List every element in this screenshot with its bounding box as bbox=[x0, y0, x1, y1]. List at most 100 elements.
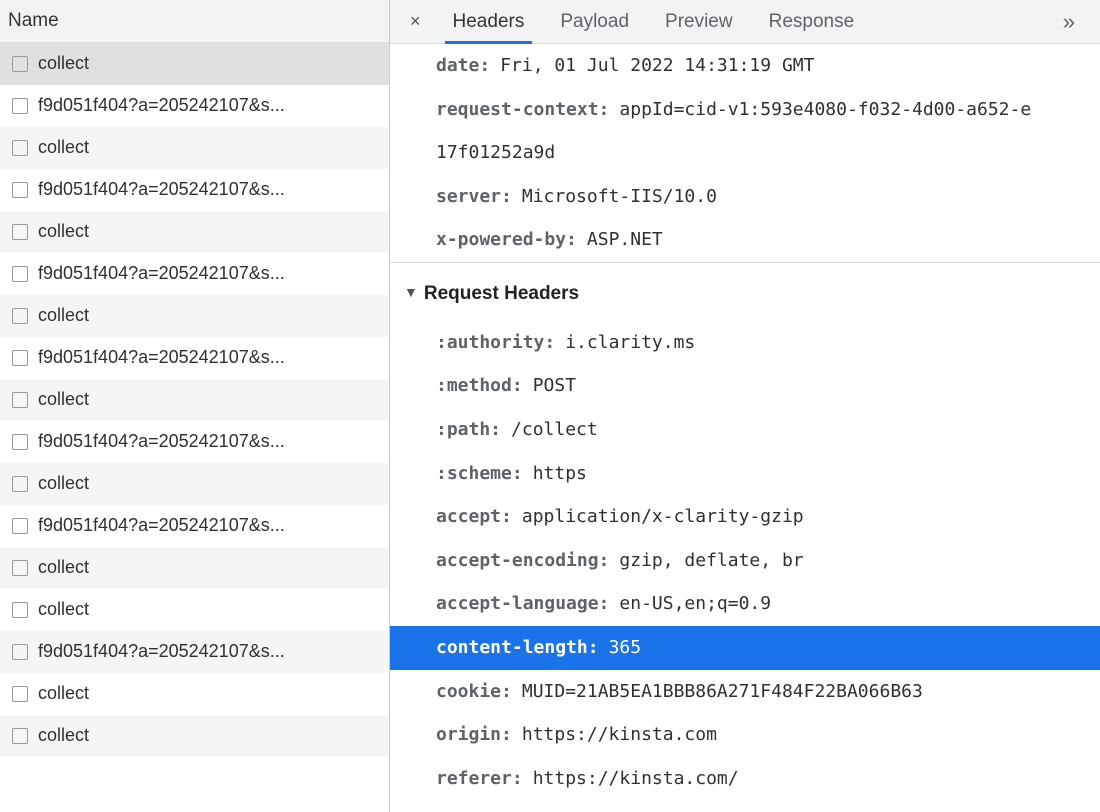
checkbox-icon[interactable] bbox=[12, 644, 28, 660]
checkbox-icon[interactable] bbox=[12, 140, 28, 156]
header-row[interactable]: :path: /collect bbox=[390, 408, 1100, 452]
request-row[interactable]: f9d051f404?a=205242107&s... bbox=[0, 169, 389, 211]
header-key: accept: bbox=[436, 497, 512, 537]
checkbox-icon[interactable] bbox=[12, 56, 28, 72]
request-row[interactable]: collect bbox=[0, 295, 389, 337]
request-row[interactable]: collect bbox=[0, 127, 389, 169]
header-key: :scheme: bbox=[436, 454, 523, 494]
header-value: /collect bbox=[511, 410, 598, 450]
header-key: x-powered-by: bbox=[436, 220, 577, 260]
checkbox-icon[interactable] bbox=[12, 686, 28, 702]
header-key: request-context: bbox=[436, 90, 609, 130]
header-row[interactable]: :method: POST bbox=[390, 364, 1100, 408]
header-row[interactable]: :authority: i.clarity.ms bbox=[390, 321, 1100, 365]
request-list: collectf9d051f404?a=205242107&s...collec… bbox=[0, 43, 389, 812]
name-column-header[interactable]: Name bbox=[0, 0, 389, 43]
header-value: POST bbox=[533, 366, 576, 406]
checkbox-icon[interactable] bbox=[12, 224, 28, 240]
request-row[interactable]: collect bbox=[0, 715, 389, 757]
header-row[interactable]: server: Microsoft-IIS/10.0 bbox=[390, 175, 1100, 219]
more-tabs-icon[interactable]: » bbox=[1045, 9, 1094, 35]
request-row[interactable]: collect bbox=[0, 673, 389, 715]
header-value: https://kinsta.com bbox=[522, 715, 717, 755]
header-value: en-US,en;q=0.9 bbox=[619, 584, 771, 624]
header-row[interactable]: accept: application/x-clarity-gzip bbox=[390, 495, 1100, 539]
request-row-label: f9d051f404?a=205242107&s... bbox=[38, 641, 285, 662]
header-row[interactable]: cookie: MUID=21AB5EA1BBB86A271F484F22BA0… bbox=[390, 670, 1100, 714]
header-value: i.clarity.ms bbox=[565, 323, 695, 363]
headers-detail-scroll[interactable]: date: Fri, 01 Jul 2022 14:31:19 GMTreque… bbox=[390, 44, 1100, 812]
request-row[interactable]: collect bbox=[0, 547, 389, 589]
close-icon[interactable]: × bbox=[396, 11, 435, 32]
header-key: :path: bbox=[436, 410, 501, 450]
request-row[interactable]: f9d051f404?a=205242107&s... bbox=[0, 421, 389, 463]
header-row[interactable]: date: Fri, 01 Jul 2022 14:31:19 GMT bbox=[390, 44, 1100, 88]
header-value: gzip, deflate, br bbox=[619, 541, 803, 581]
checkbox-icon[interactable] bbox=[12, 560, 28, 576]
checkbox-icon[interactable] bbox=[12, 350, 28, 366]
header-value: https://kinsta.com/ bbox=[533, 759, 739, 799]
checkbox-icon[interactable] bbox=[12, 266, 28, 282]
tab-preview[interactable]: Preview bbox=[647, 1, 751, 43]
request-row-label: collect bbox=[38, 725, 89, 746]
header-value: Microsoft-IIS/10.0 bbox=[522, 177, 717, 217]
request-row[interactable]: f9d051f404?a=205242107&s... bbox=[0, 85, 389, 127]
checkbox-icon[interactable] bbox=[12, 602, 28, 618]
header-row[interactable]: :scheme: https bbox=[390, 452, 1100, 496]
header-key: :authority: bbox=[436, 323, 555, 363]
header-value: Fri, 01 Jul 2022 14:31:19 GMT bbox=[500, 46, 814, 86]
request-row-label: f9d051f404?a=205242107&s... bbox=[38, 95, 285, 116]
request-row-label: collect bbox=[38, 305, 89, 326]
header-row[interactable]: x-powered-by: ASP.NET bbox=[390, 218, 1100, 262]
request-row[interactable]: collect bbox=[0, 211, 389, 253]
checkbox-icon[interactable] bbox=[12, 518, 28, 534]
header-key: content-length: bbox=[436, 628, 599, 668]
header-key: accept-language: bbox=[436, 584, 609, 624]
tab-response[interactable]: Response bbox=[751, 1, 873, 43]
request-row-label: collect bbox=[38, 389, 89, 410]
checkbox-icon[interactable] bbox=[12, 182, 28, 198]
checkbox-icon[interactable] bbox=[12, 728, 28, 744]
header-row[interactable]: accept-encoding: gzip, deflate, br bbox=[390, 539, 1100, 583]
request-row[interactable]: collect bbox=[0, 463, 389, 505]
header-key: referer: bbox=[436, 759, 523, 799]
request-headers-section-toggle[interactable]: ▼Request Headers bbox=[390, 262, 1100, 321]
request-row[interactable]: f9d051f404?a=205242107&s... bbox=[0, 631, 389, 673]
header-value: 17f01252a9d bbox=[436, 133, 555, 173]
header-row[interactable]: referer: https://kinsta.com/ bbox=[390, 757, 1100, 801]
header-row[interactable]: content-length: 365 bbox=[390, 626, 1100, 670]
checkbox-icon[interactable] bbox=[12, 476, 28, 492]
checkbox-icon[interactable] bbox=[12, 308, 28, 324]
request-row-label: f9d051f404?a=205242107&s... bbox=[38, 347, 285, 368]
header-row[interactable]: request-context: appId=cid-v1:593e4080-f… bbox=[390, 88, 1100, 132]
header-key: server: bbox=[436, 177, 512, 217]
header-key: :method: bbox=[436, 366, 523, 406]
request-row-label: f9d051f404?a=205242107&s... bbox=[38, 179, 285, 200]
header-value: application/x-clarity-gzip bbox=[522, 497, 804, 537]
checkbox-icon[interactable] bbox=[12, 392, 28, 408]
request-row-label: collect bbox=[38, 473, 89, 494]
request-row[interactable]: f9d051f404?a=205242107&s... bbox=[0, 505, 389, 547]
checkbox-icon[interactable] bbox=[12, 434, 28, 450]
request-row-label: collect bbox=[38, 683, 89, 704]
request-row[interactable]: f9d051f404?a=205242107&s... bbox=[0, 253, 389, 295]
request-row[interactable]: collect bbox=[0, 379, 389, 421]
request-detail-pane: × Headers Payload Preview Response » dat… bbox=[390, 0, 1100, 812]
header-value: https bbox=[533, 454, 587, 494]
header-row[interactable]: origin: https://kinsta.com bbox=[390, 713, 1100, 757]
request-row[interactable]: collect bbox=[0, 43, 389, 85]
tab-headers[interactable]: Headers bbox=[435, 1, 543, 43]
tab-payload[interactable]: Payload bbox=[542, 1, 647, 43]
request-row[interactable]: f9d051f404?a=205242107&s... bbox=[0, 337, 389, 379]
header-row[interactable]: accept-language: en-US,en;q=0.9 bbox=[390, 582, 1100, 626]
request-row[interactable]: collect bbox=[0, 589, 389, 631]
header-value: ASP.NET bbox=[587, 220, 663, 260]
checkbox-icon[interactable] bbox=[12, 98, 28, 114]
request-row-label: collect bbox=[38, 53, 89, 74]
request-row-label: collect bbox=[38, 137, 89, 158]
network-request-list-pane: Name collectf9d051f404?a=205242107&s...c… bbox=[0, 0, 390, 812]
request-row-label: f9d051f404?a=205242107&s... bbox=[38, 515, 285, 536]
section-title: Request Headers bbox=[424, 273, 579, 315]
request-row-label: collect bbox=[38, 557, 89, 578]
header-value: MUID=21AB5EA1BBB86A271F484F22BA066B63 bbox=[522, 672, 923, 712]
